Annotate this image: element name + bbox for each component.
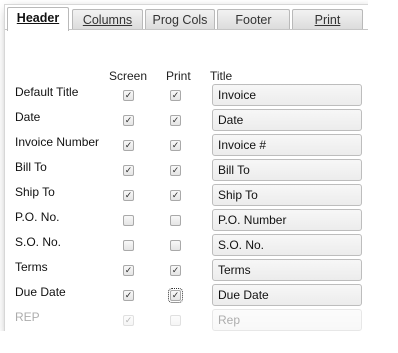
screen-checkbox[interactable] (123, 215, 134, 226)
print-checkbox[interactable] (168, 288, 183, 303)
tab-header-label: Header (16, 11, 60, 25)
field-label: Terms (15, 260, 48, 274)
screen-checkbox[interactable] (123, 115, 134, 126)
title-input[interactable]: Terms (212, 259, 362, 281)
screen-checkbox[interactable] (123, 165, 134, 176)
field-label: Default Title (15, 85, 79, 99)
field-row: Ship To Ship To (5, 183, 369, 207)
print-checkbox[interactable] (170, 240, 181, 251)
field-label: P.O. No. (15, 210, 60, 224)
print-checkbox[interactable] (170, 315, 181, 326)
column-header-screen: Screen (109, 69, 148, 83)
layout-designer-panel: Header Columns Prog Cols Footer Print Sc… (4, 4, 370, 332)
tab-footer-label: Footer (235, 13, 272, 27)
title-input[interactable]: Date (212, 109, 362, 131)
field-row: Invoice Number Invoice # (5, 133, 369, 157)
field-row: Terms Terms (5, 258, 369, 282)
title-input[interactable]: P.O. Number (212, 209, 362, 231)
screen-checkbox[interactable] (123, 140, 134, 151)
field-label: Ship To (15, 185, 55, 199)
screen-checkbox[interactable] (123, 290, 134, 301)
print-checkbox[interactable] (170, 115, 181, 126)
print-checkbox[interactable] (170, 265, 181, 276)
title-input[interactable]: Due Date (212, 284, 362, 306)
torn-edge-bottom (0, 331, 398, 353)
field-label: Invoice Number (15, 135, 100, 149)
screen-checkbox[interactable] (123, 315, 134, 326)
title-input[interactable]: Rep (212, 309, 362, 331)
tab-prog-cols[interactable]: Prog Cols (145, 9, 215, 29)
print-checkbox[interactable] (170, 190, 181, 201)
screen-checkbox[interactable] (123, 240, 134, 251)
field-label: REP (15, 310, 40, 324)
title-input[interactable]: Bill To (212, 159, 362, 181)
print-checkbox[interactable] (170, 90, 181, 101)
screen-checkbox[interactable] (123, 90, 134, 101)
tab-columns-label: Columns (82, 13, 133, 27)
title-input[interactable]: Invoice # (212, 134, 362, 156)
tab-print-label: Print (314, 13, 341, 27)
screen-checkbox[interactable] (123, 265, 134, 276)
title-input[interactable]: Ship To (212, 184, 362, 206)
title-input[interactable]: Invoice (212, 84, 362, 106)
tab-prog-cols-label: Prog Cols (152, 13, 208, 27)
column-header-print: Print (166, 69, 191, 83)
print-checkbox[interactable] (170, 215, 181, 226)
tab-columns[interactable]: Columns (72, 9, 143, 29)
field-row: REP Rep (5, 308, 369, 331)
print-checkbox[interactable] (170, 140, 181, 151)
field-row: Default Title Invoice (5, 83, 369, 107)
field-row: S.O. No. S.O. No. (5, 233, 369, 257)
field-label: Bill To (15, 160, 47, 174)
field-row: Bill To Bill To (5, 158, 369, 182)
field-row: P.O. No. P.O. Number (5, 208, 369, 232)
column-header-title: Title (210, 69, 233, 83)
screen-checkbox[interactable] (123, 190, 134, 201)
print-checkbox[interactable] (170, 165, 181, 176)
torn-edge-right (368, 0, 398, 353)
title-input[interactable]: S.O. No. (212, 234, 362, 256)
field-label: Due Date (15, 285, 66, 299)
tab-print[interactable]: Print (292, 9, 363, 29)
field-row: Due Date Due Date (5, 283, 369, 307)
field-row: Date Date (5, 108, 369, 132)
field-label: Date (15, 110, 41, 124)
field-label: S.O. No. (15, 235, 62, 249)
tab-bar: Header Columns Prog Cols Footer Print (7, 7, 369, 31)
tab-header[interactable]: Header (7, 7, 69, 31)
tab-footer[interactable]: Footer (217, 9, 290, 29)
